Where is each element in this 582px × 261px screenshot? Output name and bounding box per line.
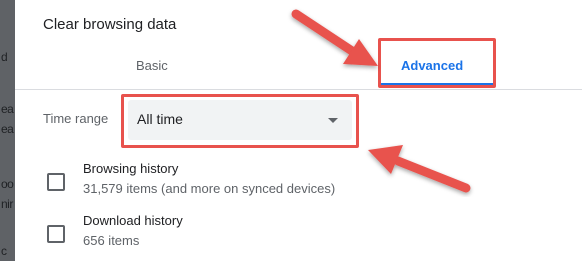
browsing-history-label: Browsing history — [83, 161, 179, 176]
background-text: ea — [1, 102, 14, 116]
browsing-history-detail: 31,579 items (and more on synced devices… — [83, 181, 336, 196]
download-history-option: Download history 656 items — [43, 212, 443, 252]
download-history-checkbox[interactable] — [47, 225, 65, 243]
background-text: c — [1, 244, 7, 258]
tab-basic[interactable]: Basic — [136, 58, 168, 73]
download-history-detail: 656 items — [83, 233, 140, 248]
browsing-history-option: Browsing history 31,579 items (and more … — [43, 160, 443, 200]
tabs-divider — [15, 89, 582, 90]
background-text: oo — [1, 177, 14, 191]
browsing-history-checkbox[interactable] — [47, 173, 65, 191]
time-range-highlight — [121, 94, 359, 148]
background-text: nir — [1, 197, 13, 211]
screenshot: d ea ea oo nir c Clear browsing data Bas… — [0, 0, 582, 261]
background-page: d ea ea oo nir c — [0, 0, 15, 261]
time-range-label: Time range — [43, 111, 109, 126]
clear-browsing-data-dialog: Clear browsing data Basic Advanced Time … — [15, 0, 582, 261]
dialog-title: Clear browsing data — [43, 16, 177, 33]
advanced-tab-highlight — [378, 38, 496, 88]
download-history-label: Download history — [83, 213, 183, 228]
background-text: d — [1, 50, 8, 64]
background-text: ea — [1, 122, 14, 136]
